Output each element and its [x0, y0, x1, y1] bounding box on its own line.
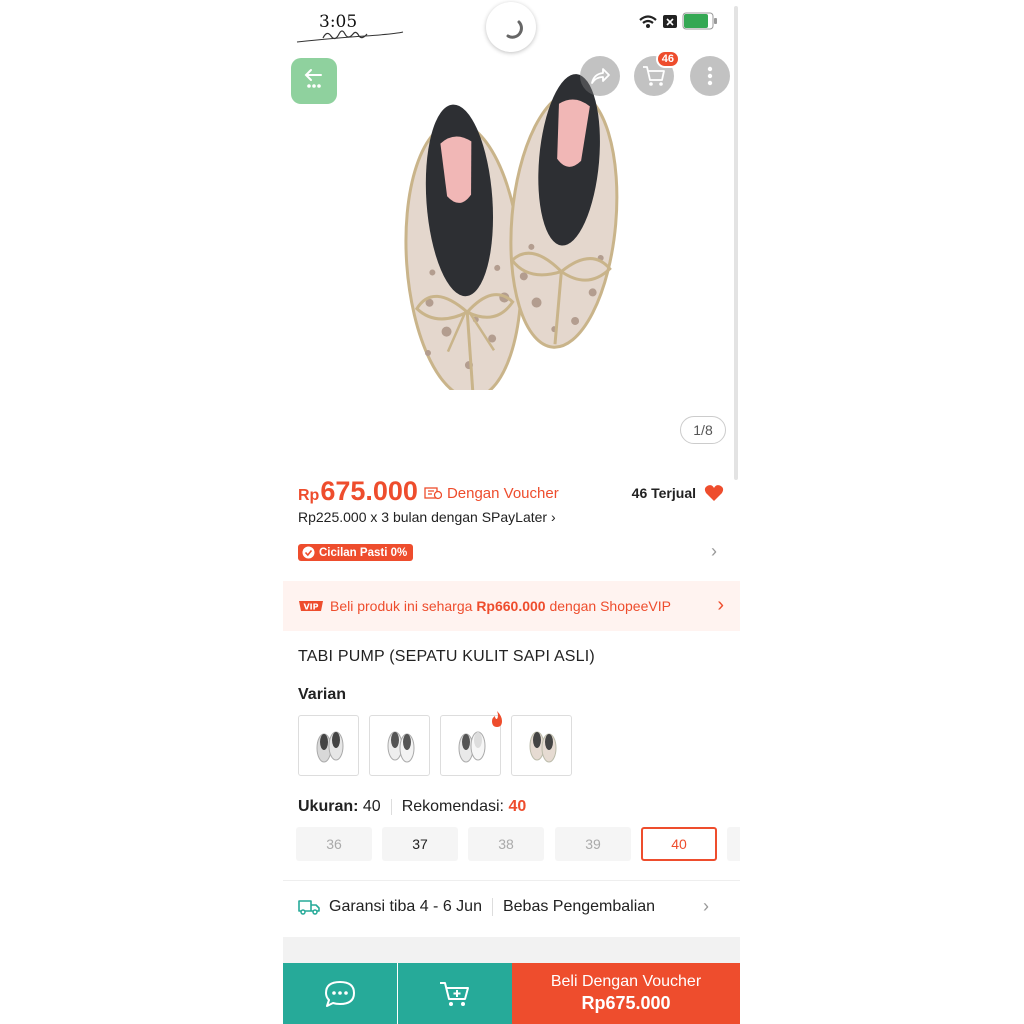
size-label-row: Ukuran: 40 Rekomendasi: 40	[298, 798, 526, 816]
image-counter: 1/8	[680, 416, 726, 444]
share-icon	[591, 68, 610, 84]
size-label: Ukuran:	[298, 798, 359, 815]
vip-suffix: dengan ShopeeVIP	[549, 598, 671, 614]
spaylater-link[interactable]: Rp225.000 x 3 bulan dengan SPayLater ›	[298, 509, 556, 525]
status-icons	[638, 10, 728, 32]
size-option-more[interactable]	[727, 827, 740, 861]
product-page: 3:05 46 1/8 Rp 675.000 Dengan Voucher 46…	[283, 0, 740, 1024]
truck-icon	[298, 900, 320, 915]
status-icons-svg	[639, 12, 717, 30]
back-button[interactable]	[291, 58, 337, 104]
share-button[interactable]	[580, 56, 620, 96]
size-option-39[interactable]: 39	[555, 827, 631, 861]
voucher-label: Dengan Voucher	[424, 485, 559, 502]
buy-with-voucher-button[interactable]: Beli Dengan Voucher Rp675.000	[512, 963, 740, 1024]
price-amount: 675.000	[320, 476, 418, 506]
more-options-button[interactable]	[690, 56, 730, 96]
sim-off-icon	[663, 15, 677, 28]
product-title: TABI PUMP (SEPATU KULIT SAPI ASLI)	[298, 648, 595, 665]
size-option-38[interactable]: 38	[468, 827, 544, 861]
size-option-36[interactable]: 36	[296, 827, 372, 861]
size-option-37[interactable]: 37	[382, 827, 458, 861]
shoe-pair-image	[404, 74, 619, 400]
cart-button[interactable]: 46	[634, 50, 680, 96]
variant-thumb-icon	[529, 731, 556, 762]
scrollbar[interactable]	[734, 6, 738, 480]
divider	[390, 799, 392, 815]
add-to-cart-button[interactable]	[398, 963, 512, 1024]
sold-text: 46 Terjual	[631, 485, 696, 501]
spinner-icon	[506, 20, 523, 39]
variant-option-1[interactable]	[298, 715, 359, 776]
sold-count: 46 Terjual	[632, 484, 724, 502]
variant-option-4[interactable]	[511, 715, 572, 776]
cart-count-badge: 46	[655, 50, 680, 68]
shipping-row[interactable]: Garansi tiba 4 - 6 Jun Bebas Pengembalia…	[298, 896, 725, 916]
bottom-action-bar: Beli Dengan Voucher Rp675.000	[283, 963, 740, 1024]
vip-price: Rp660.000	[476, 598, 546, 614]
product-image[interactable]	[393, 50, 633, 400]
divider	[283, 880, 740, 881]
voucher-icon	[424, 487, 442, 500]
vip-prefix: Beli produk ini seharga	[330, 598, 473, 614]
wifi-icon	[639, 15, 657, 28]
variant-thumb-icon	[458, 731, 485, 762]
buy-button-label: Beli Dengan Voucher	[550, 973, 702, 990]
check-circle-icon	[302, 546, 315, 559]
recommendation-value: 40	[508, 798, 527, 815]
add-to-cart-icon	[440, 981, 469, 1006]
fire-icon	[492, 711, 502, 727]
variant-thumb-icon	[316, 731, 343, 762]
chevron-right-icon: ›	[703, 896, 709, 916]
price-row: Rp 675.000 Dengan Voucher	[298, 476, 559, 507]
size-option-40[interactable]: 40	[641, 827, 717, 861]
battery-icon	[682, 12, 717, 30]
chat-button[interactable]	[283, 963, 397, 1024]
price-currency: Rp	[298, 487, 320, 504]
cicilan-text: Cicilan Pasti 0%	[319, 546, 408, 559]
chevron-right-icon: ›	[717, 594, 724, 616]
delivery-guarantee: Garansi tiba 4 - 6 Jun	[329, 898, 482, 915]
variant-option-2[interactable]	[369, 715, 430, 776]
voucher-text: Dengan Voucher	[446, 484, 559, 502]
size-value: 40	[362, 798, 381, 815]
vip-icon: VIP	[299, 601, 323, 612]
loading-spinner	[486, 2, 536, 52]
shopee-vip-banner[interactable]: VIP Beli produk ini seharga Rp660.000 de…	[283, 581, 740, 631]
back-arrow-icon	[304, 69, 322, 88]
heart-icon[interactable]	[704, 484, 724, 502]
variant-thumb-icon	[387, 731, 414, 762]
variant-option-3[interactable]	[440, 711, 502, 776]
more-vertical-icon	[707, 66, 713, 86]
section-separator	[283, 937, 740, 963]
divider	[491, 898, 493, 916]
spaylater-text: Rp225.000 x 3 bulan dengan SPayLater	[298, 509, 548, 525]
free-returns: Bebas Pengembalian	[502, 898, 656, 915]
cicilan-badge[interactable]: Cicilan Pasti 0%	[298, 544, 414, 561]
chevron-right-icon[interactable]: ›	[711, 541, 717, 562]
shop-logo: 3:05	[295, 8, 405, 48]
chevron-right-icon: ›	[550, 509, 556, 525]
chat-icon	[325, 980, 355, 1007]
buy-button-price: Rp675.000	[581, 993, 671, 1013]
logo-scribble-icon	[296, 30, 404, 43]
recommendation-label: Rekomendasi:	[401, 798, 504, 815]
variant-label: Varian	[298, 686, 347, 703]
svg-text:VIP: VIP	[303, 603, 318, 612]
